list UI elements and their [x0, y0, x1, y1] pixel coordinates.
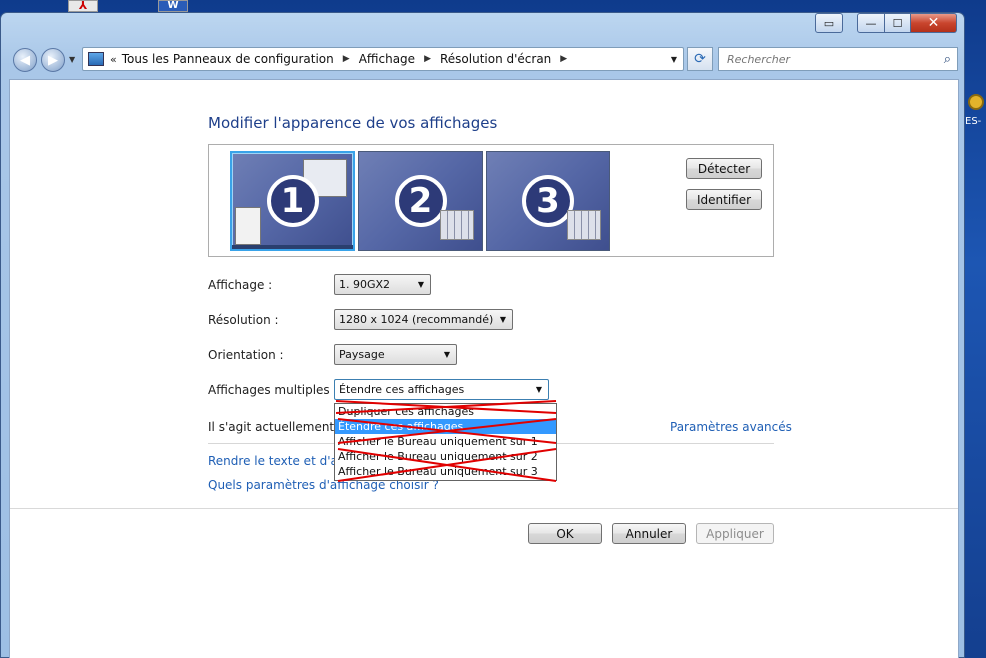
- option-desktop-only-3[interactable]: Afficher le Bureau uniquement sur 3: [335, 464, 556, 479]
- option-desktop-only-2[interactable]: Afficher le Bureau uniquement sur 2: [335, 449, 556, 464]
- option-desktop-only-1[interactable]: Afficher le Bureau uniquement sur 1: [335, 434, 556, 449]
- control-panel-icon: [88, 52, 104, 66]
- multiple-displays-value: Étendre ces affichages: [339, 383, 465, 396]
- forward-button[interactable]: ▶: [41, 48, 65, 72]
- page-title: Modifier l'apparence de vos affichages: [208, 114, 498, 132]
- start-menu-thumbnail-icon: [235, 207, 261, 245]
- recent-pages-dropdown[interactable]: ▼: [69, 55, 75, 64]
- orientation-select[interactable]: Paysage ▼: [334, 344, 457, 365]
- multiple-displays-dropdown-list: Dupliquer ces affichages Étendre ces aff…: [334, 403, 557, 481]
- breadcrumb-display[interactable]: Affichage: [359, 52, 415, 66]
- cancel-button[interactable]: Annuler: [612, 523, 686, 544]
- search-input[interactable]: [727, 52, 927, 66]
- desktop-shortcut[interactable]: ES-: [965, 90, 986, 140]
- dropdown-arrow-icon: ▼: [499, 315, 506, 324]
- breadcrumb-screen-resolution[interactable]: Résolution d'écran: [440, 52, 551, 66]
- control-panel-window: ▭ — ☐ ✕ ◀ ▶ ▼ « Tous les Panneaux de con…: [0, 12, 965, 658]
- pdf-desktop-icon[interactable]: ⅄: [68, 0, 98, 12]
- close-button[interactable]: ✕: [911, 13, 957, 33]
- identify-button[interactable]: Identifier: [686, 189, 762, 210]
- monitor-1[interactable]: 1: [230, 151, 355, 251]
- orientation-label: Orientation :: [208, 348, 284, 362]
- dropdown-arrow-icon: ▼: [443, 350, 450, 359]
- orientation-value: Paysage: [339, 348, 385, 361]
- back-button[interactable]: ◀: [13, 48, 37, 72]
- search-box[interactable]: ⌕: [718, 47, 958, 71]
- current-display-info: Il s'agit actuellement de: [208, 420, 353, 434]
- content-area: Modifier l'apparence de vos affichages 1…: [9, 79, 959, 658]
- resolution-label: Résolution :: [208, 313, 279, 327]
- display-label: Affichage :: [208, 278, 273, 292]
- monitor-number: 2: [394, 175, 447, 227]
- search-icon[interactable]: ⌕: [944, 52, 951, 67]
- refresh-button[interactable]: ⟳: [687, 47, 713, 71]
- monitor-number: 1: [266, 175, 319, 227]
- breadcrumb-separator-icon[interactable]: ▶: [424, 54, 431, 64]
- display-value: 1. 90GX2: [339, 278, 391, 291]
- gear-icon: [968, 94, 984, 110]
- breadcrumb: Tous les Panneaux de configuration ▶ Aff…: [122, 52, 576, 66]
- taskbar-thumbnail: [232, 245, 353, 249]
- resolution-value: 1280 x 1024 (recommandé): [339, 313, 494, 326]
- option-duplicate[interactable]: Dupliquer ces affichages: [335, 404, 556, 419]
- monitor-2[interactable]: 2: [358, 151, 483, 251]
- breadcrumb-overflow-chevron[interactable]: «: [110, 53, 117, 66]
- advanced-settings-link[interactable]: Paramètres avancés: [670, 420, 792, 434]
- calendar-grid-icon: [567, 210, 601, 240]
- maximize-button[interactable]: ☐: [885, 13, 911, 33]
- breadcrumb-separator-icon[interactable]: ▶: [343, 54, 350, 64]
- multiple-displays-select[interactable]: Étendre ces affichages ▼: [334, 379, 549, 400]
- window-switch-button[interactable]: ▭: [815, 13, 843, 33]
- detect-button[interactable]: Détecter: [686, 158, 762, 179]
- desktop-shortcut-label: ES-: [965, 116, 982, 127]
- apply-button[interactable]: Appliquer: [696, 523, 774, 544]
- display-select[interactable]: 1. 90GX2 ▼: [334, 274, 431, 295]
- dropdown-arrow-icon: ▼: [535, 385, 542, 394]
- dropdown-arrow-icon: ▼: [417, 280, 424, 289]
- ok-button[interactable]: OK: [528, 523, 602, 544]
- resolution-select[interactable]: 1280 x 1024 (recommandé) ▼: [334, 309, 513, 330]
- breadcrumb-separator-icon[interactable]: ▶: [560, 54, 567, 64]
- monitor-3[interactable]: 3: [486, 151, 610, 251]
- navigation-bar: ◀ ▶ ▼ « Tous les Panneaux de configurati…: [9, 46, 959, 74]
- option-extend[interactable]: Étendre ces affichages: [335, 419, 556, 434]
- calendar-grid-icon: [440, 210, 474, 240]
- footer-divider: [10, 508, 958, 509]
- word-desktop-icon[interactable]: W: [158, 0, 188, 12]
- multiple-displays-label: Affichages multiples :: [208, 383, 338, 397]
- breadcrumb-all-control-panel[interactable]: Tous les Panneaux de configuration: [122, 52, 334, 66]
- caption-buttons: ▭ — ☐ ✕: [815, 13, 957, 33]
- address-bar[interactable]: « Tous les Panneaux de configuration ▶ A…: [82, 47, 684, 71]
- minimize-button[interactable]: —: [857, 13, 885, 33]
- address-dropdown-icon[interactable]: ▼: [671, 55, 677, 64]
